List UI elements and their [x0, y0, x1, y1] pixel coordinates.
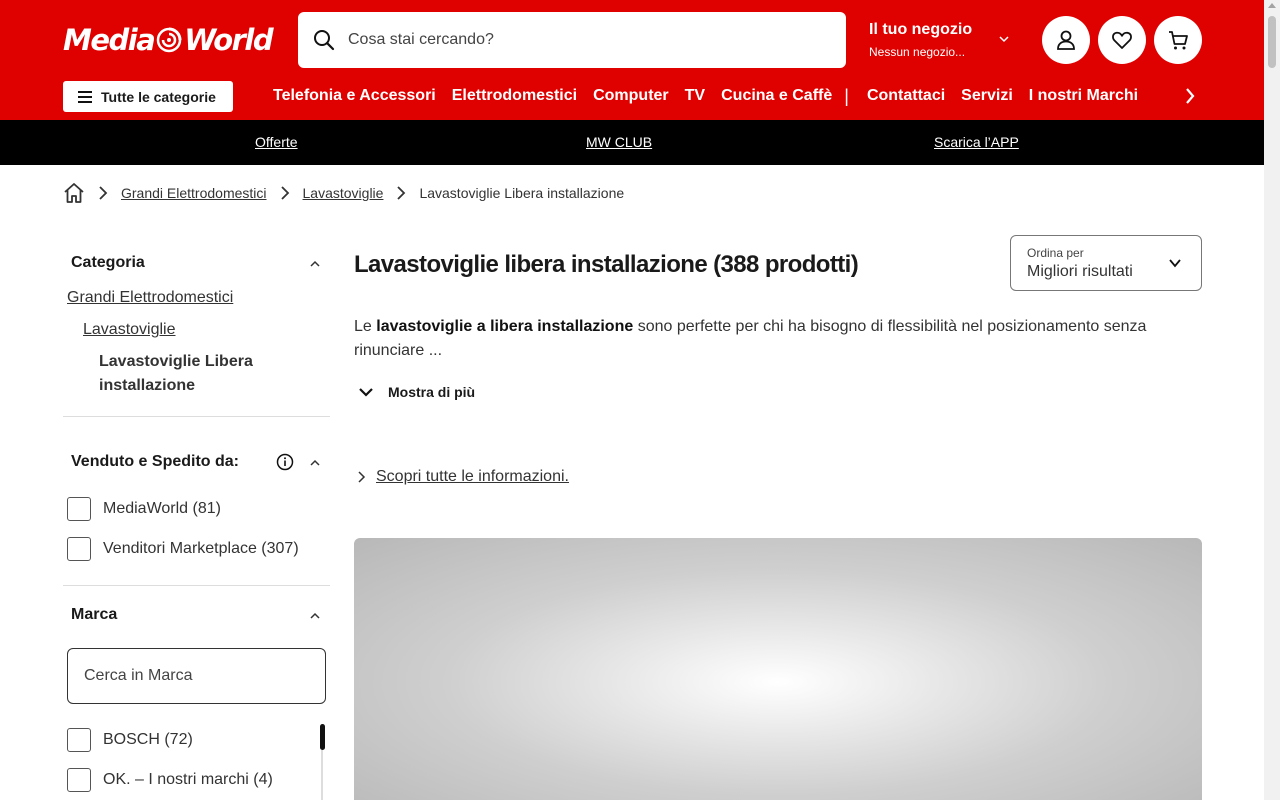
- chevron-down-icon: [999, 36, 1009, 43]
- logo-text-world: World: [184, 23, 273, 57]
- facet-brand-header[interactable]: Marca: [63, 588, 330, 642]
- cart-button[interactable]: [1154, 16, 1202, 64]
- chevron-down-icon: [359, 388, 373, 397]
- scroll-up-arrow[interactable]: [1268, 3, 1276, 8]
- sort-label: Ordina per: [1027, 246, 1084, 260]
- seller-option[interactable]: MediaWorld (81): [63, 489, 330, 529]
- promo-banner-image: [354, 538, 1202, 800]
- home-icon[interactable]: [63, 182, 85, 204]
- nav-cucina[interactable]: Cucina e Caffè: [721, 84, 832, 108]
- checkbox[interactable]: [67, 768, 91, 792]
- sort-dropdown[interactable]: Ordina per Migliori risultati: [1010, 235, 1202, 291]
- promo-link-offerte[interactable]: Offerte: [255, 134, 298, 151]
- search-input[interactable]: [348, 12, 828, 68]
- seller-option-label: MediaWorld (81): [103, 500, 221, 517]
- logo-swirl-icon: [157, 27, 182, 53]
- breadcrumb-grandi-elettrodomestici[interactable]: Grandi Elettrodomestici: [121, 185, 267, 201]
- chevron-right-icon[interactable]: [1178, 84, 1202, 108]
- info-link-label: Scopri tutte le informazioni.: [376, 468, 569, 485]
- chevron-right-icon: [358, 471, 366, 483]
- heart-icon: [1112, 31, 1132, 49]
- breadcrumb-current: Lavastoviglie Libera installazione: [419, 185, 625, 201]
- seller-option[interactable]: Venditori Marketplace (307): [63, 529, 330, 569]
- scroll-thumb[interactable]: [1268, 16, 1276, 68]
- menu-icon: [78, 90, 92, 103]
- brand-scrollbar[interactable]: [320, 724, 325, 750]
- info-icon[interactable]: [276, 453, 294, 471]
- chevron-up-icon[interactable]: [308, 609, 322, 623]
- description-text: Le: [354, 318, 377, 335]
- user-icon: [1057, 30, 1075, 50]
- brand-option-label: BOSCH (72): [103, 731, 193, 748]
- category-current: Lavastoviglie Libera installazione: [99, 353, 253, 394]
- mediaworld-logo[interactable]: Media World: [63, 22, 275, 58]
- nav-servizi[interactable]: Servizi: [961, 84, 1013, 108]
- category-tree: Grandi Elettrodomestici Lavastoviglie La…: [63, 286, 330, 417]
- nav-contattaci[interactable]: Contattaci: [867, 84, 945, 108]
- brand-search-input[interactable]: [84, 649, 314, 702]
- all-categories-label: Tutte le categorie: [101, 88, 216, 105]
- promo-link-app[interactable]: Scarica l’APP: [934, 134, 1019, 151]
- filter-sidebar: Categoria Grandi Elettrodomestici Lavast…: [63, 236, 330, 800]
- seller-option-label: Venditori Marketplace (307): [103, 540, 299, 557]
- category-link-lavastoviglie[interactable]: Lavastoviglie: [63, 318, 330, 342]
- logo-text-media: Media: [63, 23, 156, 57]
- facet-seller-title: Venduto e Spedito da:: [71, 453, 240, 470]
- nav-marchi[interactable]: I nostri Marchi: [1029, 84, 1138, 108]
- brand-option-label: OK. – I nostri marchi (4): [103, 771, 273, 788]
- store-selector[interactable]: Il tuo negozio Nessun negozio...: [869, 20, 1019, 64]
- chevron-right-icon: [99, 186, 108, 200]
- checkbox[interactable]: [67, 537, 91, 561]
- store-subtitle: Nessun negozio...: [869, 45, 966, 59]
- page-title-text: Lavastoviglie libera installazione: [354, 251, 708, 278]
- seller-options: MediaWorld (81) Venditori Marketplace (3…: [63, 489, 330, 586]
- all-categories-button[interactable]: Tutte le categorie: [63, 81, 233, 112]
- search-bar: [298, 12, 846, 68]
- nav-telefonia[interactable]: Telefonia e Accessori: [273, 84, 436, 108]
- facet-category-header[interactable]: Categoria: [63, 236, 330, 290]
- facet-brand-title: Marca: [71, 606, 118, 623]
- description-bold: lavastoviglie a libera installazione: [376, 318, 634, 335]
- nav-tv[interactable]: TV: [685, 84, 705, 108]
- nav-computer[interactable]: Computer: [593, 84, 669, 108]
- breadcrumb: Grandi Elettrodomestici Lavastoviglie La…: [63, 182, 624, 204]
- nav-separator: |: [844, 85, 849, 106]
- chevron-right-icon: [397, 186, 406, 200]
- category-description: Le lavastoviglie a libera installazione …: [354, 315, 1204, 363]
- brand-scroll-track: [321, 750, 323, 800]
- chevron-down-icon: [1169, 259, 1181, 268]
- promo-link-mwclub[interactable]: MW CLUB: [586, 134, 652, 151]
- facet-seller-header[interactable]: Venduto e Spedito da:: [63, 435, 330, 489]
- facet-category-title: Categoria: [71, 254, 145, 271]
- cart-icon: [1169, 31, 1188, 50]
- search-icon[interactable]: [312, 28, 336, 52]
- page-scrollbar[interactable]: [1264, 0, 1280, 800]
- wishlist-button[interactable]: [1098, 16, 1146, 64]
- checkbox[interactable]: [67, 728, 91, 752]
- product-count: (388 prodotti): [713, 251, 859, 278]
- chevron-up-icon[interactable]: [308, 257, 322, 271]
- chevron-right-icon: [280, 186, 289, 200]
- chevron-up-icon[interactable]: [308, 456, 322, 470]
- breadcrumb-lavastoviglie[interactable]: Lavastoviglie: [303, 185, 384, 201]
- checkbox[interactable]: [67, 497, 91, 521]
- account-button[interactable]: [1042, 16, 1090, 64]
- site-header: Media World Il tuo negozio Nessun negozi…: [0, 0, 1264, 120]
- main-nav: Telefonia e Accessori Elettrodomestici C…: [273, 84, 1163, 108]
- show-more-label: Mostra di più: [388, 384, 476, 400]
- brand-option[interactable]: OK. – I nostri marchi (4): [63, 760, 330, 800]
- brand-search-box: [67, 648, 326, 704]
- show-more-button[interactable]: Mostra di più: [358, 380, 475, 404]
- brand-option[interactable]: BOSCH (72): [63, 720, 330, 760]
- page-title: Lavastoviglie libera installazione (388 …: [354, 250, 859, 280]
- brand-options: BOSCH (72) OK. – I nostri marchi (4): [63, 720, 330, 800]
- nav-elettrodomestici[interactable]: Elettrodomestici: [452, 84, 577, 108]
- sort-value: Migliori risultati: [1027, 263, 1133, 280]
- info-link[interactable]: Scopri tutte le informazioni.: [356, 466, 569, 488]
- promo-bar: Offerte MW CLUB Scarica l’APP: [0, 120, 1264, 165]
